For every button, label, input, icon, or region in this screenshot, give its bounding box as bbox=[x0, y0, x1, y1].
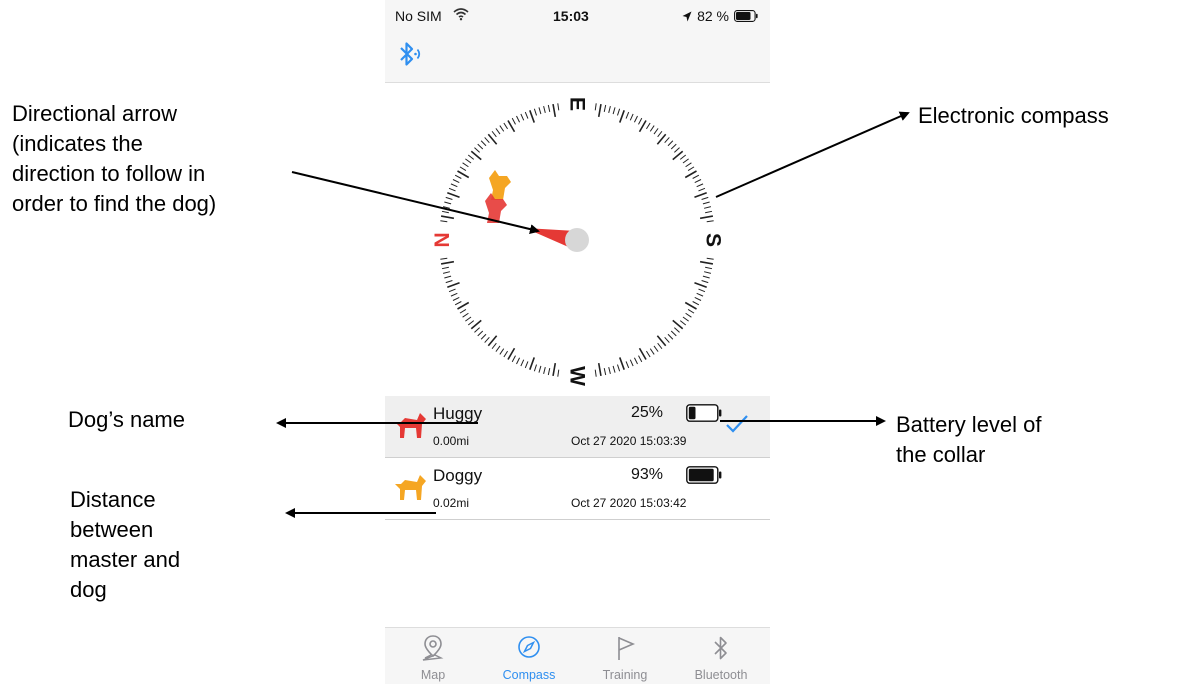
annotation-arrows bbox=[276, 111, 910, 518]
arrow-compass bbox=[715, 111, 910, 198]
arrow-directional bbox=[291, 171, 540, 234]
